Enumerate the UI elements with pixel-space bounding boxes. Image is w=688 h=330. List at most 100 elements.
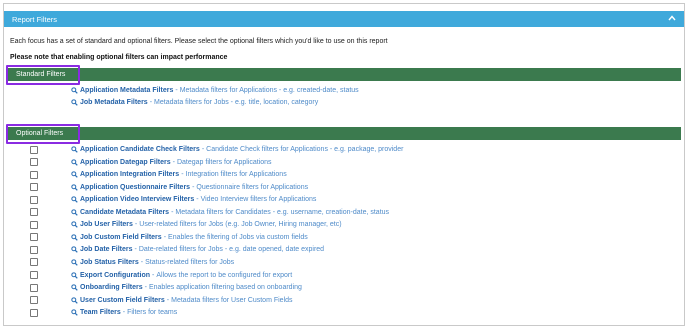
search-icon — [71, 221, 78, 229]
search-icon — [71, 234, 78, 241]
checkbox-job-status-filters[interactable] — [30, 258, 38, 267]
filter-name-link[interactable]: Application Integration Filters — [80, 171, 179, 178]
separator: - — [175, 87, 178, 94]
checkbox-application-video-interview-filters[interactable] — [30, 195, 38, 204]
filter-row-onboarding-filters: Onboarding Filters - Enables application f… — [30, 282, 302, 293]
filter-description: Allows the report to be configured for e… — [156, 271, 293, 279]
separator: - — [134, 246, 137, 254]
separator: - — [166, 296, 170, 304]
search-icon — [71, 171, 78, 178]
separator: - — [152, 271, 155, 279]
search-icon — [71, 196, 78, 203]
filter-row-job-date-filters: Job Date Filters - Date-related filters fo… — [30, 244, 324, 255]
standard-filters-bar: Standard Filters — [7, 68, 681, 81]
filter-name-link[interactable]: Team Filters — [80, 309, 121, 316]
search-icon — [71, 209, 78, 216]
filter-row-candidate-metadata-filters: Candidate Metadata Filters - Metadata filt… — [30, 207, 389, 218]
filter-row-user-custom-field-filters: User Custom Field Filters - Metadata filte… — [30, 295, 293, 306]
separator: - — [181, 171, 184, 179]
checkbox-user-custom-field-filters[interactable] — [30, 296, 38, 305]
filter-description: Metadata filters for Jobs - e.g. title, … — [154, 98, 319, 106]
search-icon — [71, 158, 78, 166]
row-spacer — [30, 87, 38, 95]
filter-name-link[interactable]: Export Configuration — [80, 272, 150, 279]
filter-row-job-metadata-filters: Job Metadata Filters - Metadata filters fo… — [30, 97, 318, 108]
filter-name-link[interactable]: Job Date Filters — [80, 246, 133, 253]
chevron-up-icon[interactable] — [668, 15, 676, 23]
checkbox-team-filters[interactable] — [30, 308, 38, 317]
filter-name-link[interactable]: Job Status Filters — [80, 259, 139, 266]
filter-name-link[interactable]: Application Dategap Filters — [80, 159, 171, 166]
performance-warning: Please note that enabling optional filte… — [10, 54, 228, 61]
filter-row-application-dategap-filters: Application Dategap Filters - Dategap filt… — [30, 157, 272, 168]
search-icon — [71, 296, 78, 304]
filter-row-job-user-filters: Job User Filters - User-related filters fo… — [30, 219, 342, 230]
filter-description: Enables application filtering based on o… — [148, 284, 302, 292]
filter-description: Questionnaire filters for Applications — [196, 183, 309, 191]
panel-header[interactable]: Report Filters — [4, 11, 684, 27]
filter-row-application-candidate-check-filters: Application Candidate Check Filters - Cand… — [30, 144, 403, 155]
filter-row-application-video-interview-filters: Application Video Interview Filters - Vide… — [30, 194, 316, 205]
filter-row-application-questionnaire-filters: Application Questionnaire Filters - Questi… — [30, 182, 308, 193]
separator: - — [201, 146, 205, 153]
filter-description: Metadata filters for User Custom Fields — [171, 296, 293, 304]
separator: - — [140, 258, 144, 266]
filter-name-link[interactable]: Application Questionnaire Filters — [80, 184, 190, 191]
separator: - — [122, 309, 126, 317]
filter-description: Filters for teams — [127, 309, 178, 317]
filter-name-link[interactable]: Job Metadata Filters — [80, 99, 148, 106]
separator: - — [192, 183, 195, 191]
checkbox-candidate-metadata-filters[interactable] — [30, 208, 38, 217]
filter-name-link[interactable]: Candidate Metadata Filters — [80, 209, 169, 216]
search-icon — [71, 271, 78, 279]
separator: - — [134, 221, 138, 229]
filter-description: Metadata filters for Candidates - e.g. u… — [175, 208, 390, 216]
filter-row-job-custom-field-filters: Job Custom Field Filters - Enables the fil… — [30, 232, 308, 243]
filter-name-link[interactable]: User Custom Field Filters — [80, 297, 165, 304]
checkbox-job-custom-field-filters[interactable] — [30, 233, 38, 242]
separator: - — [149, 98, 153, 106]
checkbox-application-dategap-filters[interactable] — [30, 158, 38, 167]
search-icon — [71, 309, 78, 316]
separator: - — [196, 196, 199, 204]
filter-description: Enables the filtering of Jobs via custom… — [168, 233, 308, 241]
checkbox-application-candidate-check-filters[interactable] — [30, 145, 38, 154]
filter-description: Candidate Check filters for Applications… — [206, 146, 404, 153]
filter-name-link[interactable]: Onboarding Filters — [80, 284, 143, 291]
filter-description: Dategap filters for Applications — [176, 158, 272, 166]
filter-row-application-metadata-filters: Application Metadata Filters - Metadata fi… — [30, 85, 359, 96]
checkbox-job-date-filters[interactable] — [30, 245, 38, 254]
search-icon — [71, 98, 78, 106]
separator: - — [171, 208, 174, 216]
filter-name-link[interactable]: Job Custom Field Filters — [80, 234, 162, 241]
checkbox-application-questionnaire-filters[interactable] — [30, 183, 38, 192]
filter-description: Status-related filters for Jobs — [145, 258, 235, 266]
filter-name-link[interactable]: Application Candidate Check Filters — [80, 146, 200, 153]
filter-name-link[interactable]: Application Metadata Filters — [80, 87, 173, 94]
filter-row-job-status-filters: Job Status Filters - Status-related filter… — [30, 257, 234, 268]
filter-description: Video Interview filters for Applications — [200, 196, 317, 204]
checkbox-application-integration-filters[interactable] — [30, 170, 38, 179]
checkbox-job-user-filters[interactable] — [30, 220, 38, 229]
separator: - — [163, 233, 167, 241]
standard-filters-title: Standard Filters — [16, 71, 66, 78]
intro-text: Each focus has a set of standard and opt… — [10, 38, 388, 45]
search-icon — [71, 183, 78, 191]
optional-filters-title: Optional Filters — [16, 130, 64, 137]
filter-row-team-filters: Team Filters - Filters for teams — [30, 307, 177, 318]
filter-row-export-configuration: Export Configuration - Allows the report t… — [30, 270, 292, 281]
search-icon — [71, 259, 78, 266]
row-spacer — [30, 98, 38, 106]
panel-title: Report Filters — [12, 14, 58, 24]
search-icon — [71, 146, 78, 153]
filter-description: User-related filters for Jobs (e.g. Job … — [139, 221, 342, 229]
checkbox-export-configuration[interactable] — [30, 271, 38, 279]
filter-description: Date-related filters for Jobs - e.g. dat… — [138, 246, 325, 254]
filter-row-application-integration-filters: Application Integration Filters - Integrat… — [30, 169, 287, 180]
filter-name-link[interactable]: Application Video Interview Filters — [80, 196, 194, 203]
search-icon — [71, 246, 78, 254]
separator: - — [144, 284, 147, 292]
checkbox-onboarding-filters[interactable] — [30, 283, 38, 292]
filter-name-link[interactable]: Job User Filters — [80, 221, 133, 228]
separator: - — [172, 158, 175, 166]
